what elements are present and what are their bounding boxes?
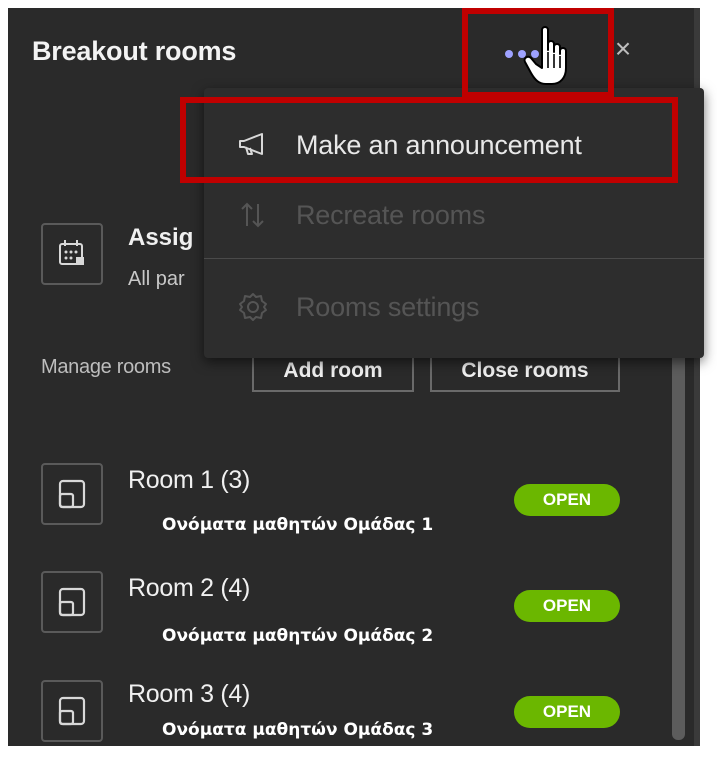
room-members: Ονόματα μαθητών Ομάδας 2 [162, 626, 434, 646]
swap-arrows-icon [241, 202, 264, 228]
menu-item-rooms-settings: Rooms settings [204, 274, 704, 340]
panel-title: Breakout rooms [32, 36, 237, 66]
highlight-box-announcement [180, 97, 678, 183]
status-badge: OPEN [514, 696, 620, 728]
menu-divider [204, 258, 704, 259]
menu-item-label: Recreate rooms [296, 199, 486, 230]
room-members: Ονόματα μαθητών Ομάδας 1 [162, 515, 434, 535]
assign-participants-subtitle: All par [128, 268, 185, 290]
menu-item-recreate-rooms: Recreate rooms [204, 182, 704, 248]
close-icon: × [614, 33, 632, 64]
assign-participants-title: Assig [128, 224, 194, 251]
hand-cursor-icon [523, 26, 567, 85]
room-icon[interactable] [41, 571, 103, 633]
gear-icon [239, 293, 267, 321]
status-badge: OPEN [514, 590, 620, 622]
scrollbar[interactable] [672, 330, 685, 740]
room-icon[interactable] [41, 680, 103, 742]
room-name[interactable]: Room 2 (4) [128, 574, 250, 603]
room-name[interactable]: Room 3 (4) [128, 680, 250, 709]
menu-item-label: Rooms settings [296, 291, 480, 322]
room-name[interactable]: Room 1 (3) [128, 466, 250, 495]
room-members: Ονόματα μαθητών Ομάδας 3 [162, 720, 434, 740]
room-icon[interactable] [41, 463, 103, 525]
status-badge: OPEN [514, 484, 620, 516]
manage-rooms-label: Manage rooms [41, 356, 171, 378]
calendar-grid-icon[interactable] [41, 223, 103, 285]
